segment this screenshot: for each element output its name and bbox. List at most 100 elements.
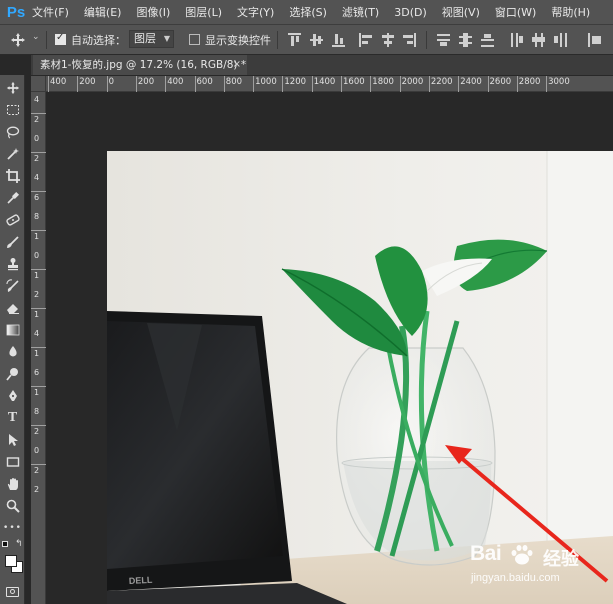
ruler-label: 200 [79,77,96,87]
align-vertical-center-icon[interactable] [310,33,323,47]
dodge-tool-icon[interactable] [0,364,25,384]
align-top-icon[interactable] [288,33,301,47]
menu-edit[interactable]: 编辑(E) [84,4,122,20]
quick-mask-icon[interactable] [6,587,19,597]
ruler-label: 1 [34,231,40,241]
foreground-color-swatch[interactable] [5,555,17,567]
ruler-tick [253,76,255,92]
history-brush-tool-icon[interactable] [0,276,25,296]
ruler-label: 1400 [313,77,336,87]
healing-brush-tool-icon[interactable] [0,210,25,230]
menu-view[interactable]: 视图(V) [442,4,480,20]
brush-tool-icon[interactable] [0,232,25,252]
ruler-label: 2 [34,465,40,475]
separator [277,31,278,49]
ruler-label: 4 [34,95,40,104]
menu-3d[interactable]: 3D(D) [394,6,427,19]
path-selection-tool-icon[interactable] [0,430,25,450]
color-swatches[interactable] [3,553,25,575]
distribute-right-icon[interactable] [554,33,567,47]
ruler-tick [31,346,46,348]
separator [46,31,47,49]
blur-tool-icon[interactable] [0,342,25,362]
rectangle-tool-icon[interactable] [0,452,25,472]
close-icon[interactable]: × [233,55,241,75]
distribute-bottom-icon[interactable] [481,33,494,47]
menu-select[interactable]: 选择(S) [289,4,327,20]
ruler-tick [31,151,46,153]
auto-select-dropdown[interactable]: 图层 ▼ [129,30,174,48]
ruler-origin[interactable] [31,76,46,92]
ruler-tick [546,76,548,92]
menu-layer[interactable]: 图层(L) [185,4,222,20]
distribute-left-icon[interactable] [510,33,523,47]
align-left-icon[interactable] [359,33,372,47]
ruler-label: 4 [34,329,40,338]
ruler-tick [48,76,49,92]
ruler-label: 0 [34,134,40,143]
ruler-label: 2 [34,426,40,436]
ruler-tick [311,76,313,92]
auto-select-checkbox[interactable] [55,32,66,45]
ruler-tick [31,424,46,426]
ruler-label: 3000 [548,77,570,87]
zoom-tool-icon[interactable] [0,496,25,516]
ruler-label: 2 [34,114,40,124]
auto-align-layers-icon[interactable] [588,33,601,47]
align-bottom-icon[interactable] [332,33,345,47]
eyedropper-tool-icon[interactable] [0,188,25,208]
type-tool-icon[interactable]: T [0,408,25,428]
ruler-label: 1 [34,270,40,280]
eraser-tool-icon[interactable] [0,298,25,318]
move-tool-icon[interactable] [0,78,25,98]
ruler-tick [370,76,372,92]
ruler-label: 6 [34,368,40,377]
ruler-label: 1000 [255,77,277,87]
distribute-vertical-center-icon[interactable] [459,33,472,47]
photoshop-logo: Ps [6,3,26,21]
ruler-tick [428,76,430,92]
align-horizontal-center-icon[interactable] [381,33,394,47]
ruler-label: 8 [34,407,40,416]
marquee-tool-icon[interactable] [0,100,25,120]
ruler-label: 1800 [372,77,394,87]
swap-colors-icon[interactable]: ↰ [15,539,23,549]
menu-image[interactable]: 图像(I) [136,4,170,20]
distribute-horizontal-center-icon[interactable] [532,33,545,47]
ruler-label: 200 [137,77,155,87]
ruler-tick [516,76,518,92]
vertical-ruler[interactable]: 420246810121416182022 [31,92,46,604]
ruler-tick [31,268,46,270]
ruler-label: 2 [34,290,40,299]
pen-tool-icon[interactable] [0,386,25,406]
ruler-label: 800 [225,77,243,87]
menu-type[interactable]: 文字(Y) [237,4,274,20]
default-colors-icon[interactable] [2,541,8,547]
hand-tool-icon[interactable] [0,474,25,494]
menu-help[interactable]: 帮助(H) [551,4,590,20]
ruler-label: 1 [34,309,40,319]
document-canvas[interactable]: DELL [107,151,613,604]
tool-preset-chevron-icon[interactable]: ⌄ [32,32,40,42]
ruler-label: 2 [34,153,40,163]
clone-stamp-tool-icon[interactable] [0,254,25,274]
move-icon[interactable] [10,32,26,48]
lasso-tool-icon[interactable] [0,122,25,142]
document-tab[interactable]: 素材1-恢复的.jpg @ 17.2% (16, RGB/8) * × [33,55,247,75]
paw-icon [509,544,535,566]
horizontal-ruler[interactable]: 400 200 0 200 400 600 800 1000 1200 1400 1600 1800 2… [46,76,613,92]
align-right-icon[interactable] [403,33,416,47]
menu-filter[interactable]: 滤镜(T) [342,4,379,20]
magic-wand-tool-icon[interactable] [0,144,25,164]
crop-tool-icon[interactable] [0,166,25,186]
gradient-tool-icon[interactable] [0,320,25,340]
ruler-label: 2600 [489,77,512,87]
ruler-tick [487,76,489,92]
show-transform-checkbox[interactable] [189,34,200,45]
menu-window[interactable]: 窗口(W) [495,4,536,20]
more-tools-icon[interactable]: ••• [0,518,25,538]
menu-file[interactable]: 文件(F) [32,4,69,20]
watermark-url: jingyan.baidu.com [471,572,560,584]
ruler-tick [77,76,79,92]
distribute-top-icon[interactable] [437,33,450,47]
